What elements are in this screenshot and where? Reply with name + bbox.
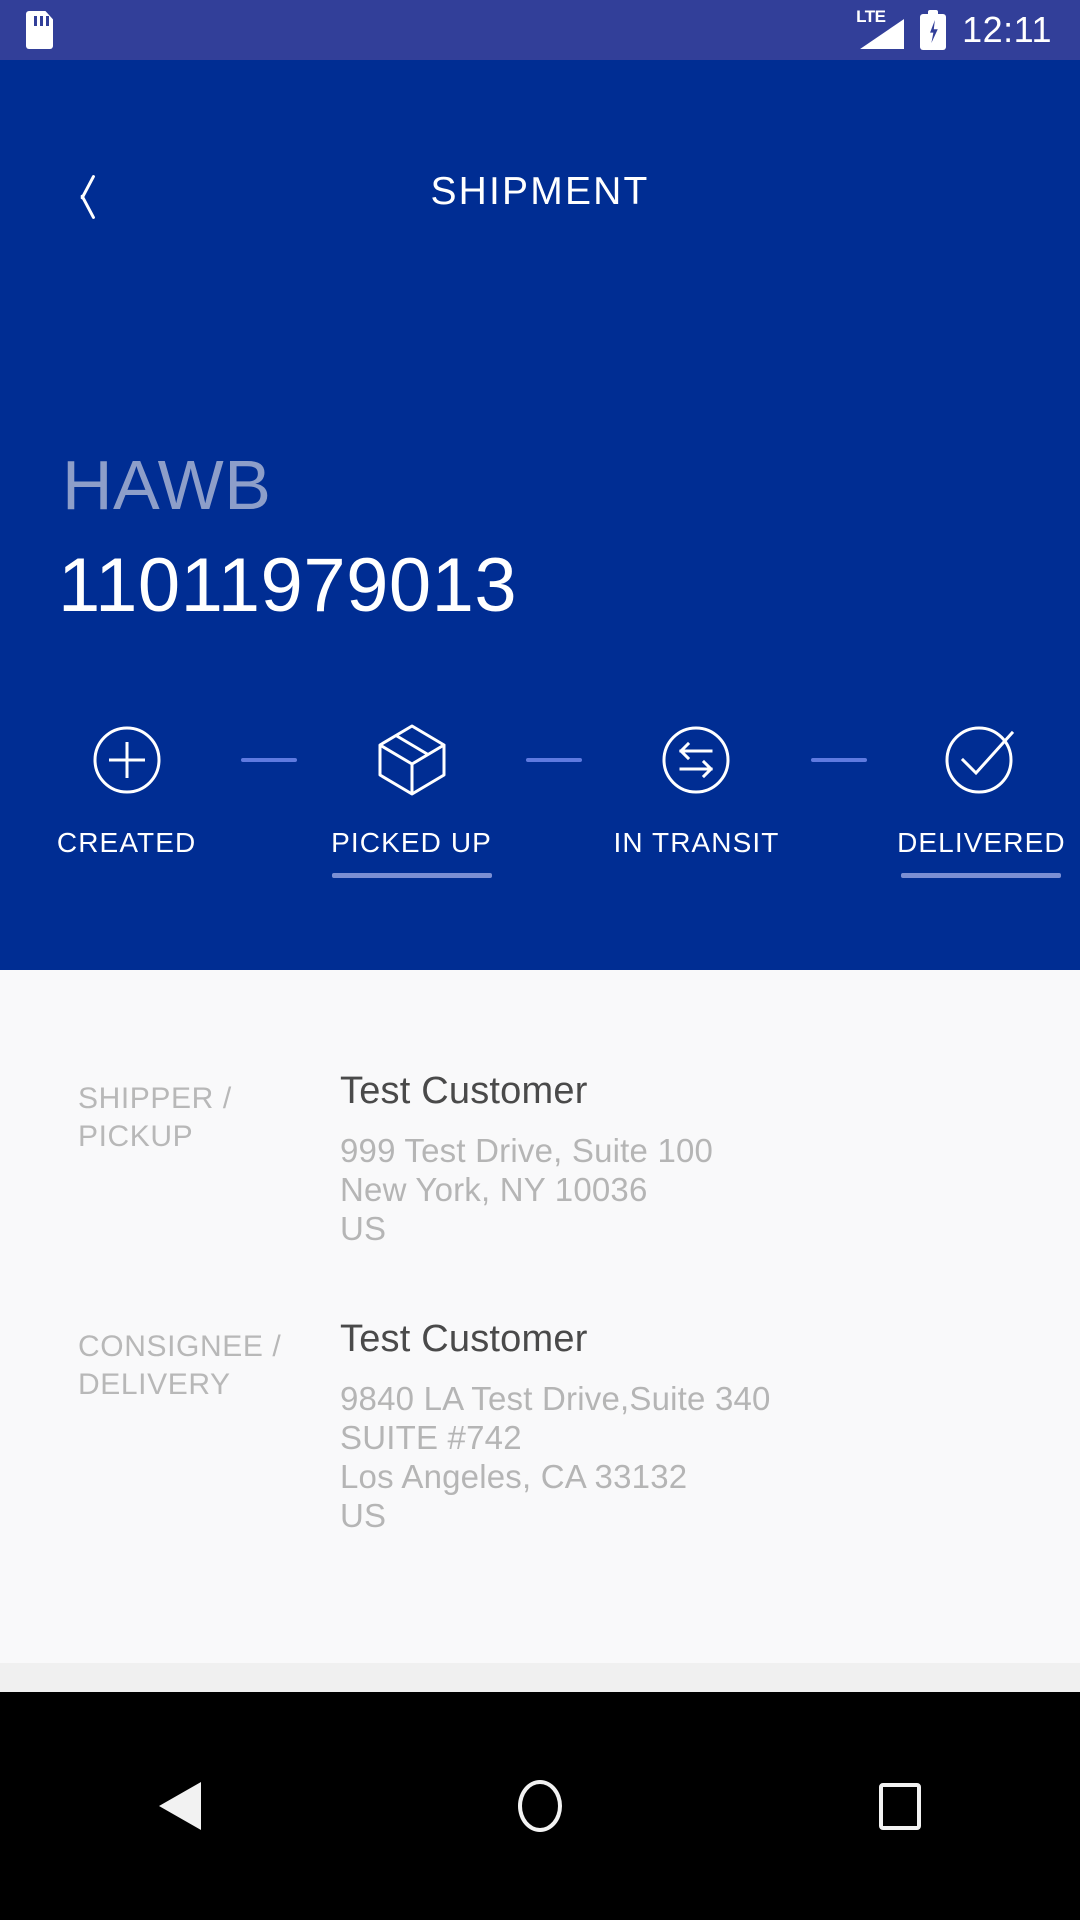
status-bar: LTE 12:11 [0,0,1080,60]
nav-recents-button[interactable] [720,1782,1080,1830]
tracker-connector [510,715,598,805]
tracker-step-label: IN TRANSIT [613,827,780,858]
tracker-step-label: PICKED UP [331,827,492,858]
detail-label-consignee: CONSIGNEE / DELIVERY [78,1330,282,1401]
tracker-connector [795,715,883,805]
detail-row-consignee: CONSIGNEE / DELIVERY Test Customer 9840 … [0,1248,1080,1535]
nav-back-icon [159,1782,201,1830]
detail-row-shipper: SHIPPER / PICKUP Test Customer 999 Test … [0,970,1080,1248]
tracker-step-underline [331,873,492,878]
battery-charging-icon [920,10,947,50]
nav-home-icon [518,1780,562,1832]
shipper-name: Test Customer [340,1070,588,1112]
page-title: SHIPMENT [430,170,650,213]
bottom-spacer [0,1663,1080,1692]
tracker-step-label: DELIVERED [897,827,1066,858]
status-bar-left [26,11,53,49]
detail-label-shipper: SHIPPER / PICKUP [78,1082,232,1153]
shipment-details: SHIPPER / PICKUP Test Customer 999 Test … [0,970,1080,1663]
transfer-arrows-icon [661,715,731,805]
shipment-hero: SHIPMENT HAWB 11011979013 CREATED PICKED… [0,60,1080,970]
nav-back-button[interactable] [0,1782,360,1830]
tracker-step-picked-up[interactable]: PICKED UP [313,715,510,878]
android-nav-bar [0,1692,1080,1920]
consignee-name: Test Customer [340,1318,588,1360]
sd-card-icon [26,11,53,49]
tracker-step-label: CREATED [56,827,197,858]
detail-value-shipper: Test Customer 999 Test Drive, Suite 100 … [340,1070,1002,1248]
check-circle-icon [944,715,1018,805]
tracker-step-delivered[interactable]: DELIVERED [883,715,1080,878]
shipper-address: 999 Test Drive, Suite 100 New York, NY 1… [340,1132,714,1247]
status-bar-right: LTE 12:11 [852,8,1052,51]
tracker-step-underline [901,873,1062,878]
nav-recents-icon [879,1782,921,1830]
tracker-step-in-transit[interactable]: IN TRANSIT [598,715,795,878]
package-box-icon [372,715,452,805]
nav-home-button[interactable] [360,1780,720,1832]
consignee-address: 9840 LA Test Drive,Suite 340 SUITE #742 … [340,1380,771,1534]
hawb-label: HAWB [62,446,272,524]
tracker-connector [225,715,313,805]
signal-bars-icon: LTE [852,8,905,51]
app-bar: SHIPMENT [0,60,1080,213]
status-tracker: CREATED PICKED UP IN TRANSIT DELIVERED [0,715,1080,895]
plus-circle-icon [92,715,162,805]
tracker-step-created[interactable]: CREATED [28,715,225,878]
hawb-number: 11011979013 [58,543,518,628]
detail-value-consignee: Test Customer 9840 LA Test Drive,Suite 3… [340,1318,1002,1535]
phone-screen: LTE 12:11 SHIPMENT HAWB 11011979013 CREA… [0,0,1080,1920]
status-bar-clock: 12:11 [962,9,1052,50]
